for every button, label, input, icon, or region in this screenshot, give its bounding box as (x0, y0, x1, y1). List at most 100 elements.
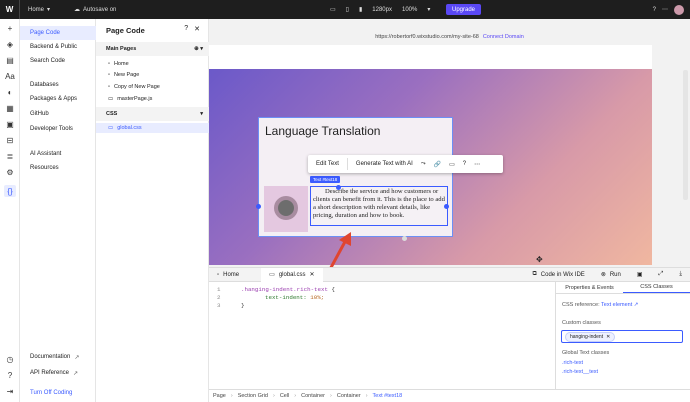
resize-handle[interactable] (336, 185, 341, 190)
generate-ai-button[interactable]: Generate Text with AI (356, 161, 413, 167)
element-tag: Text #text18 (310, 176, 341, 183)
cloud-icon: ☁ (74, 7, 81, 13)
chevron-down-icon[interactable]: ▾ (200, 111, 203, 117)
service-card[interactable]: Language Translation Describe the servic… (258, 117, 453, 237)
cms-icon[interactable]: ⊟ (4, 134, 16, 146)
file-global-css[interactable]: ▭ global.css (96, 123, 209, 133)
avatar[interactable] (674, 4, 684, 15)
animation-icon[interactable]: ⤳ (421, 161, 426, 168)
breakpoint-width[interactable]: 1280px (372, 7, 392, 13)
breadcrumb-item[interactable]: Cell (280, 393, 289, 399)
panel-title: Page Code (106, 26, 145, 35)
add-icon[interactable]: + (4, 22, 16, 34)
page-selector[interactable]: Home ▾ (28, 6, 50, 14)
media-icon[interactable]: ▣ (4, 118, 16, 130)
menu-page-code[interactable]: Page Code (20, 26, 96, 40)
css-value: 10%; (310, 294, 325, 301)
tab-global-css[interactable]: ▭ global.css ✕ (261, 267, 323, 282)
link-icon[interactable]: 🔗 (434, 161, 441, 168)
breadcrumb-item[interactable]: Page (213, 393, 226, 399)
class-chip[interactable]: hanging-indent ✕ (565, 331, 616, 342)
menu-github[interactable]: GitHub (20, 107, 96, 121)
tab-properties-events[interactable]: Properties & Events (556, 282, 623, 293)
tablet-icon[interactable]: ▯ (346, 6, 349, 13)
more-icon[interactable]: ⋯ (474, 161, 480, 168)
properties-toggle-icon[interactable]: ▣ (629, 268, 651, 282)
settings-icon[interactable]: ⚙ (4, 166, 16, 178)
file-copy-new-page[interactable]: ▫ Copy of New Page (96, 82, 209, 92)
blog-icon[interactable]: ≣ (4, 150, 16, 162)
canvas-scrollbar[interactable] (683, 70, 688, 200)
menu-api-reference[interactable]: API Reference ↗ (20, 366, 96, 380)
layers-icon[interactable]: ◈ (4, 38, 16, 50)
close-icon[interactable]: ✕ (194, 25, 200, 33)
help-icon[interactable]: ? (184, 25, 188, 33)
upgrade-button[interactable]: Upgrade (446, 4, 482, 15)
more-icon[interactable]: ⋯ (662, 6, 668, 13)
pages-icon[interactable]: ▤ (4, 54, 16, 66)
collapse-icon[interactable]: ⇥ (4, 385, 16, 397)
edit-text-button[interactable]: Edit Text (316, 161, 339, 167)
menu-databases[interactable]: Databases (20, 78, 96, 92)
ide-label: Code in Wix IDE (540, 271, 585, 278)
comment-icon[interactable]: ▭ (449, 161, 455, 168)
drag-handle[interactable] (402, 236, 407, 241)
menu-packages-apps[interactable]: Packages & Apps (20, 92, 96, 106)
menu-documentation[interactable]: Documentation ↗ (20, 350, 96, 364)
run-button[interactable]: ⊗ Run (593, 268, 629, 282)
mobile-icon[interactable]: ▮ (359, 6, 362, 13)
help-icon[interactable]: ? (653, 7, 656, 13)
zoom-level[interactable]: 100% (402, 7, 417, 13)
global-class-item[interactable]: .rich-text (562, 360, 583, 366)
custom-classes-input[interactable]: hanging-indent ✕ (561, 330, 683, 343)
card-title[interactable]: Language Translation (265, 124, 380, 138)
page-code-panel: Page Code ? ✕ Main Pages ⊕ ▾ ▫ Home ▫ New … (96, 19, 209, 402)
code-editor[interactable]: 1 2 3 .hanging-indent.rich-text { text-i… (209, 282, 549, 390)
file-new-page[interactable]: ▫ New Page (96, 70, 209, 80)
wix-logo[interactable]: W (0, 0, 19, 19)
main-pages-header[interactable]: Main Pages ⊕ ▾ (96, 42, 209, 56)
top-bar: W Home ▾ ☁ Autosave on ▭ ▯ ▮ 1280px 100%… (0, 0, 690, 19)
design-icon[interactable]: ◐ (4, 86, 16, 98)
expand-icon[interactable]: ⤢ (651, 268, 672, 282)
tab-home[interactable]: ▫ Home (209, 268, 247, 282)
image-circle (274, 196, 298, 220)
code-icon[interactable]: {} (4, 185, 16, 197)
css-header[interactable]: CSS ▾ (96, 107, 209, 121)
turn-off-coding-button[interactable]: Turn Off Coding (20, 386, 96, 400)
page-icon: ▫ (217, 271, 220, 278)
collapse-icon[interactable]: ⤓ (671, 268, 690, 282)
remove-icon[interactable]: ✕ (606, 334, 610, 340)
close-icon[interactable]: ✕ (310, 271, 315, 278)
add-page-icon[interactable]: ⊕ ▾ (194, 46, 203, 52)
file-masterpage[interactable]: ▭ masterPage.js (96, 94, 209, 104)
global-class-item[interactable]: .rich-text__text (562, 369, 598, 375)
js-icon: ▭ (108, 96, 114, 102)
desktop-icon[interactable]: ▭ (330, 6, 336, 13)
menu-search-code[interactable]: Search Code (20, 54, 96, 68)
menu-backend-public[interactable]: Backend & Public (20, 40, 96, 54)
menu-ai-assistant[interactable]: AI Assistant (20, 147, 96, 161)
tab-css-classes[interactable]: CSS Classes (623, 282, 690, 293)
css-reference-link[interactable]: Text element (601, 302, 632, 308)
history-icon[interactable]: ◷ (4, 353, 16, 365)
menu-resources[interactable]: Resources (20, 161, 96, 175)
breadcrumb-item[interactable]: Container (301, 393, 325, 399)
selected-text-element[interactable]: Describe the service and how customers o… (310, 186, 448, 226)
card-image[interactable] (264, 186, 308, 232)
chevron-down-icon[interactable]: ▾ (427, 6, 430, 13)
help-icon[interactable]: ? (463, 161, 466, 167)
connect-domain-link[interactable]: Connect Domain (483, 34, 524, 40)
text-icon[interactable]: Aa (4, 70, 16, 82)
help-icon[interactable]: ? (4, 369, 16, 381)
resize-handle[interactable] (444, 204, 449, 209)
apps-icon[interactable]: ▦ (4, 102, 16, 114)
breadcrumb-item[interactable]: Section Grid (238, 393, 268, 399)
resize-handle[interactable] (256, 204, 261, 209)
ide-icon: ⧉ (532, 271, 537, 277)
breadcrumb-item-current[interactable]: Text #text18 (373, 393, 403, 399)
breadcrumb-item[interactable]: Container (337, 393, 361, 399)
file-home[interactable]: ▫ Home (96, 59, 209, 69)
menu-developer-tools[interactable]: Developer Tools (20, 122, 96, 136)
code-in-ide-button[interactable]: ⧉ Code in Wix IDE (525, 268, 593, 282)
